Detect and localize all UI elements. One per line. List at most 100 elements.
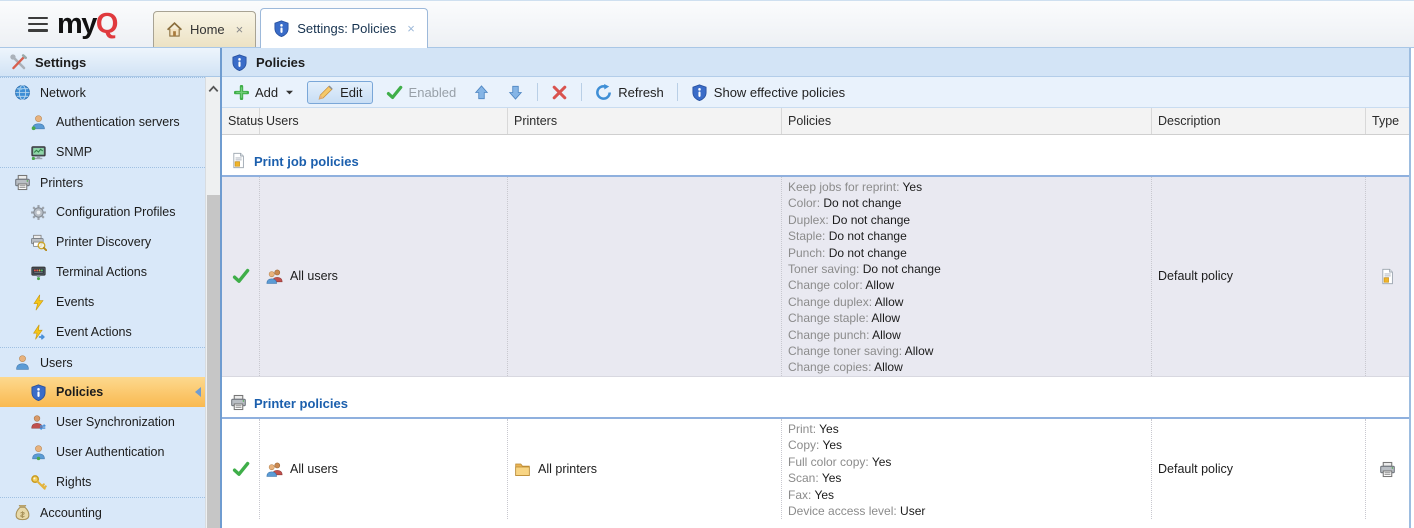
globe-icon [14, 84, 31, 101]
dropdown-caret-icon [285, 88, 294, 97]
doc-icon [230, 152, 247, 169]
sidebar-item-user-synchronization[interactable]: User Synchronization [0, 407, 205, 437]
sidebar-item-label: Configuration Profiles [56, 205, 176, 219]
sidebar-item-authentication-servers[interactable]: Authentication servers [0, 107, 205, 137]
check-icon [232, 267, 250, 285]
refresh-button[interactable]: Refresh [591, 81, 668, 104]
policy-label: Change toner saving [788, 344, 905, 358]
sidebar-item-policies[interactable]: Policies [0, 377, 205, 407]
show-effective-policies-button[interactable]: Show effective policies [687, 81, 849, 104]
edit-button[interactable]: Edit [307, 81, 372, 104]
policy-line: StapleDo not change [788, 228, 1145, 244]
policy-value: Allow [865, 278, 894, 292]
sidebar-nav: Network Authentication servers SNMP Printer… [0, 77, 205, 528]
policy-label: Copy [788, 438, 822, 452]
policy-line: CopyYes [788, 437, 1145, 453]
menu-icon[interactable] [28, 17, 48, 32]
sidebar-item-label: Rights [56, 475, 91, 489]
tab-home[interactable]: Home × [153, 11, 256, 47]
printer-icon [230, 394, 247, 411]
printer-icon [14, 174, 31, 191]
gear-icon [30, 204, 47, 221]
type-cell [1366, 177, 1409, 376]
policy-label: Full color copy [788, 455, 872, 469]
column-header-policies[interactable]: Policies [782, 108, 1152, 134]
sidebar-item-user-authentication[interactable]: User Authentication [0, 437, 205, 467]
logo-text-q: Q [96, 8, 117, 40]
group-header-print-job-policies[interactable]: Print job policies [222, 135, 1409, 177]
scroll-up-button[interactable] [206, 77, 220, 101]
doc-icon [1379, 268, 1396, 285]
column-header-users[interactable]: Users [260, 108, 508, 134]
sidebar-item-printers[interactable]: Printers [0, 167, 205, 197]
sidebar-item-label: User Synchronization [56, 415, 175, 429]
status-cell [222, 177, 260, 376]
user-key-icon [30, 444, 47, 461]
sidebar-item-label: Authentication servers [56, 115, 180, 129]
policy-label: Print [788, 422, 819, 436]
printers-value: All printers [538, 462, 597, 476]
policy-row[interactable]: All usersAll printersPrintYesCopyYesFull… [222, 419, 1409, 519]
tab-close-icon[interactable]: × [236, 22, 244, 37]
toolbar: Add Edit Enabled Refresh [222, 77, 1409, 108]
policy-label: Keep jobs for reprint [788, 180, 903, 194]
key-icon [30, 474, 47, 491]
sidebar-scrollbar[interactable] [205, 77, 220, 528]
user-sync-icon [30, 414, 47, 431]
toolbar-separator [677, 83, 678, 101]
sidebar-item-network[interactable]: Network [0, 77, 205, 107]
sidebar-item-label: Printer Discovery [56, 235, 151, 249]
policy-value: Allow [905, 344, 934, 358]
tab-settings-policies[interactable]: Settings: Policies× [260, 8, 428, 48]
sidebar-item-label: Terminal Actions [56, 265, 147, 279]
column-header-printers[interactable]: Printers [508, 108, 782, 134]
sidebar-item-label: Events [56, 295, 94, 309]
policy-label: Color [788, 196, 823, 210]
printers-cell [508, 177, 782, 376]
policy-line: Change colorAllow [788, 277, 1145, 293]
group-label: Print job policies [254, 154, 359, 169]
policy-value: Do not change [863, 262, 941, 276]
sidebar-header-label: Settings [35, 55, 86, 70]
table-body: Print job policies All usersKeep jobs for… [222, 135, 1409, 528]
tab-close-icon[interactable]: × [407, 21, 415, 36]
policy-value: Yes [819, 422, 839, 436]
policy-row[interactable]: All usersKeep jobs for reprintYesColorDo… [222, 177, 1409, 377]
sidebar-item-accounting[interactable]: Accounting [0, 497, 205, 527]
sidebar-item-configuration-profiles[interactable]: Configuration Profiles [0, 197, 205, 227]
sidebar-item-printer-discovery[interactable]: Printer Discovery [0, 227, 205, 257]
add-button[interactable]: Add [230, 82, 298, 103]
policy-value: Yes [822, 438, 842, 452]
sidebar-item-event-actions[interactable]: Event Actions [0, 317, 205, 347]
user-auth-server-icon [30, 114, 47, 131]
myq-window: myQ Home×Settings: Policies× Settings Ne… [0, 0, 1414, 528]
move-up-button[interactable] [469, 81, 494, 104]
sidebar-item-label: SNMP [56, 145, 92, 159]
monitor-icon [30, 144, 47, 161]
policy-label: Punch [788, 246, 829, 260]
column-header-description[interactable]: Description [1152, 108, 1366, 134]
sidebar-item-snmp[interactable]: SNMP [0, 137, 205, 167]
column-header-status[interactable]: Status [222, 108, 260, 134]
group-header-printer-policies[interactable]: Printer policies [222, 377, 1409, 419]
sidebar-item-rights[interactable]: Rights [0, 467, 205, 497]
scrollbar-thumb[interactable] [207, 195, 220, 528]
sidebar-item-terminal-actions[interactable]: Terminal Actions [0, 257, 205, 287]
policy-label: Fax [788, 488, 814, 502]
enabled-button[interactable]: Enabled [382, 81, 461, 104]
policies-cell: PrintYesCopyYesFull color copyYesScanYes… [782, 419, 1152, 519]
sidebar-item-events[interactable]: Events [0, 287, 205, 317]
move-down-button[interactable] [503, 81, 528, 104]
refresh-icon [595, 84, 612, 101]
policy-label: Change staple [788, 311, 871, 325]
sidebar-item-users[interactable]: Users [0, 347, 205, 377]
policy-value: Do not change [823, 196, 901, 210]
policy-label: Change color [788, 278, 865, 292]
table-header: StatusUsersPrintersPoliciesDescriptionTy… [222, 108, 1409, 135]
delete-button[interactable] [547, 81, 572, 104]
tab-label: Home [190, 22, 225, 37]
logo-text-my: my [57, 8, 96, 40]
description-value: Default policy [1158, 269, 1233, 283]
column-header-type[interactable]: Type [1366, 108, 1409, 134]
group-label: Printer policies [254, 396, 348, 411]
